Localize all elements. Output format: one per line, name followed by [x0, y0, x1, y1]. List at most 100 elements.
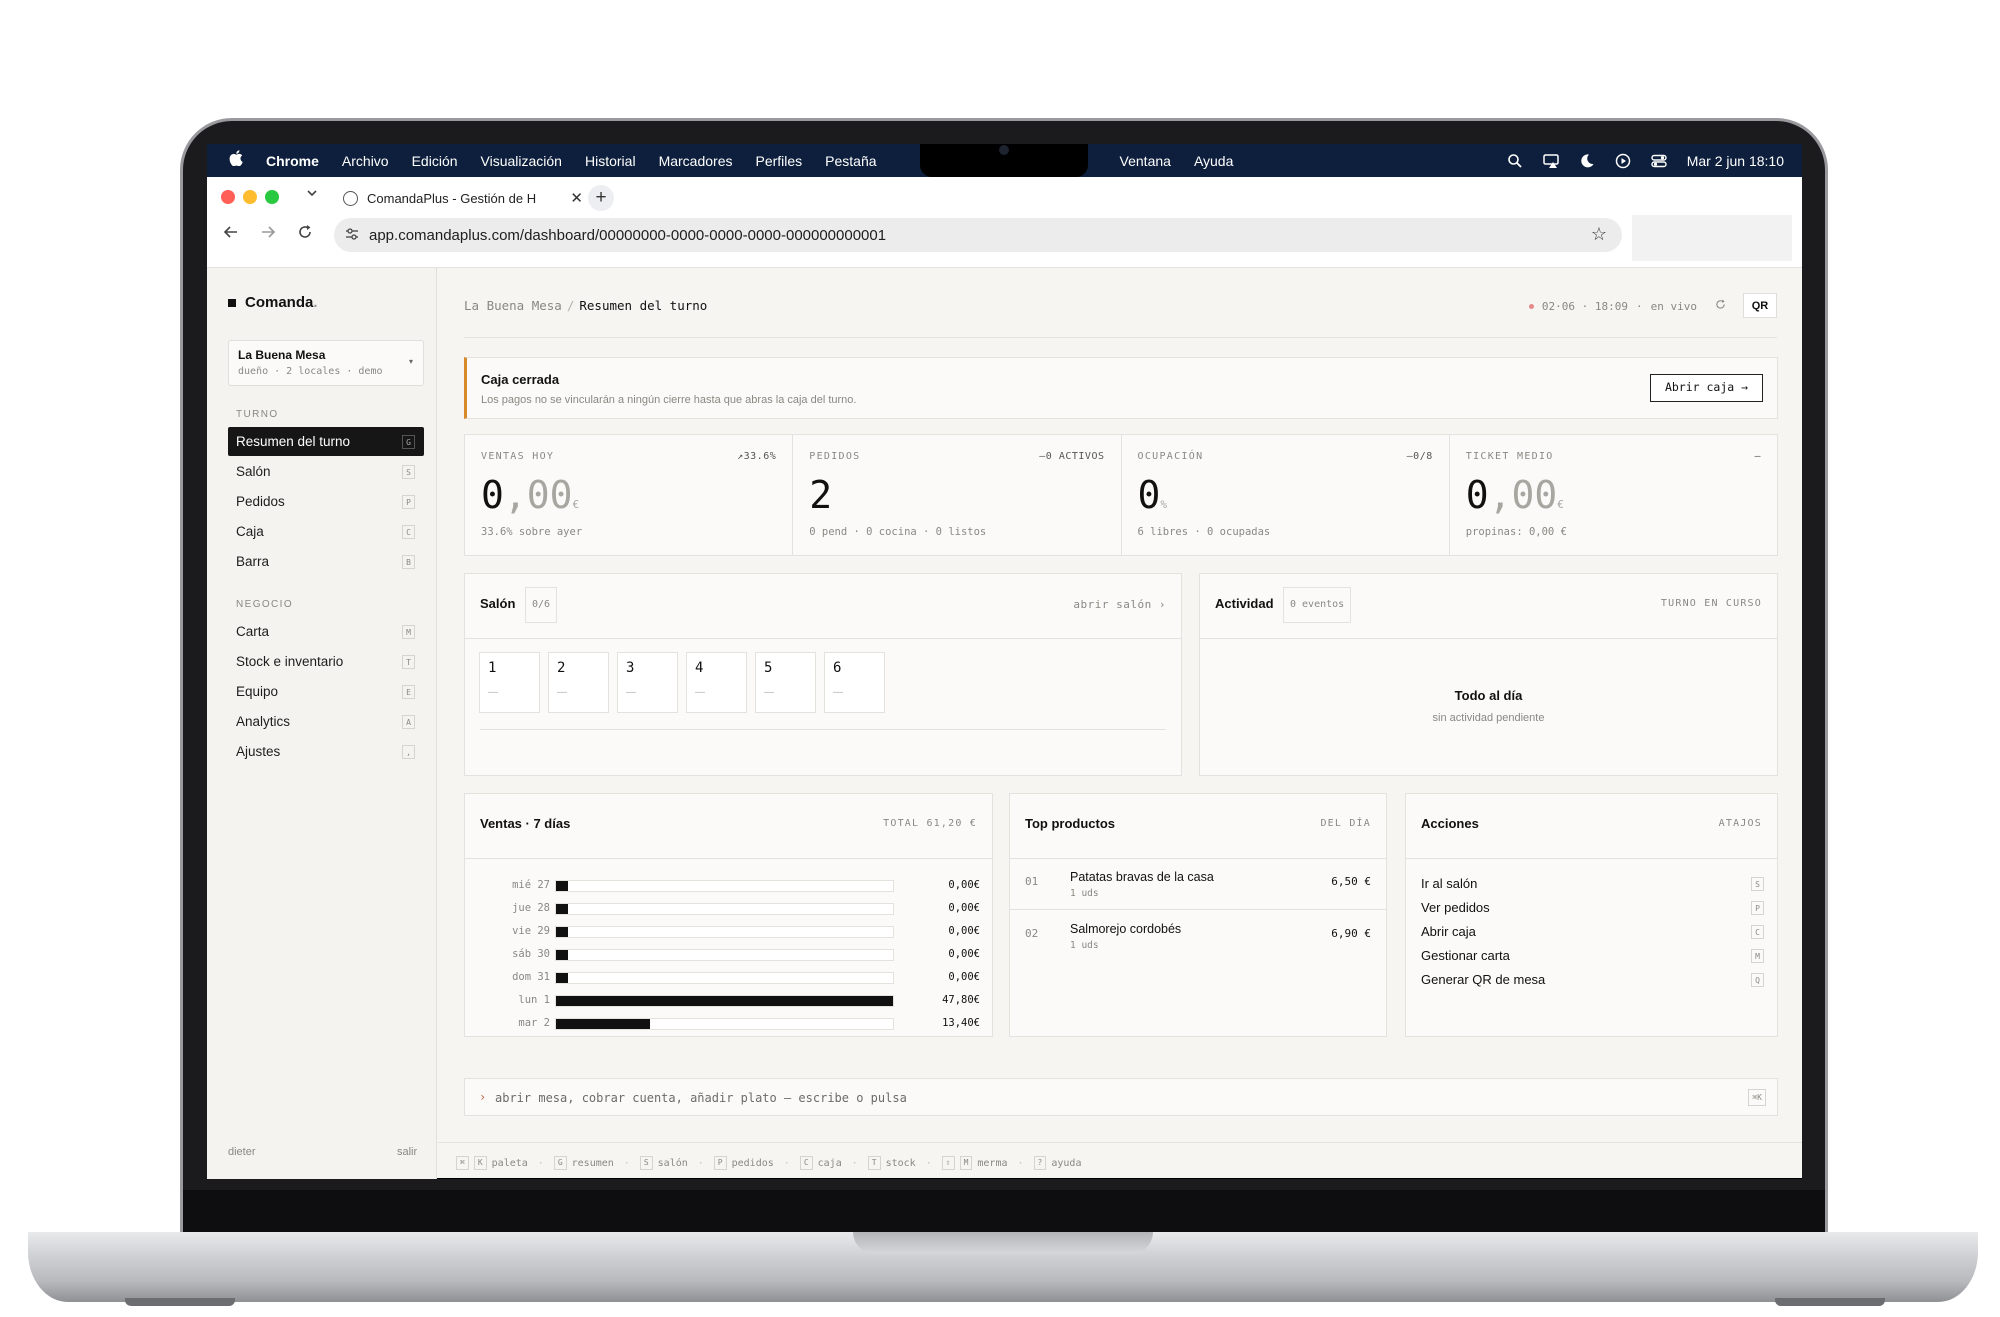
sidebar-item-resumen[interactable]: Resumen del turno G	[228, 427, 424, 456]
sidebar-item-barra[interactable]: Barra B	[228, 547, 424, 576]
current-user: dieter	[228, 1146, 256, 1158]
card-divider	[1200, 638, 1777, 639]
status-date: 02·06 · 18:09	[1541, 299, 1629, 313]
footer-shortcut-key: T	[867, 1156, 881, 1170]
shortcut-key: M	[402, 625, 415, 639]
menu-ayuda[interactable]: Ayuda	[1194, 153, 1233, 169]
footer-shortcut-label[interactable]: salón	[658, 1158, 688, 1169]
apple-icon[interactable]	[229, 150, 243, 171]
tab-title: ComandaPlus - Gestión de H	[367, 190, 537, 206]
footer-shortcut-label[interactable]: pedidos	[732, 1158, 774, 1169]
action-generate-qr[interactable]: Generar QR de mesa Q	[1421, 972, 1764, 987]
sales-day-label: mié 27	[512, 879, 550, 891]
open-salon-link[interactable]: abrir salón ›	[1073, 598, 1166, 611]
url-text[interactable]: app.comandaplus.com/dashboard/00000000-0…	[369, 227, 886, 244]
menu-edicion[interactable]: Edición	[412, 153, 458, 169]
back-icon[interactable]	[223, 224, 239, 245]
action-manage-menu[interactable]: Gestionar carta M	[1421, 948, 1764, 963]
kpi-subtext: 6 libres · 0 ocupadas	[1137, 526, 1271, 538]
footer-shortcut-label[interactable]: merma	[977, 1158, 1007, 1169]
menu-pestana[interactable]: Pestaña	[825, 153, 876, 169]
screen-mirror-icon[interactable]	[1542, 153, 1559, 169]
address-bar[interactable]: app.comandaplus.com/dashboard/00000000-0…	[334, 218, 1622, 252]
shortcut-key: M	[1751, 949, 1764, 963]
live-dot-icon	[1528, 303, 1534, 309]
menu-ventana[interactable]: Ventana	[1120, 153, 1171, 169]
refresh-icon[interactable]	[1715, 299, 1726, 313]
table-tile[interactable]: 6—	[824, 652, 885, 713]
product-row[interactable]: 01 Patatas bravas de la casa 1 uds 6,50 …	[1010, 859, 1386, 910]
menu-archivo[interactable]: Archivo	[342, 153, 389, 169]
window-close-button[interactable]	[221, 190, 235, 204]
table-state: —	[764, 687, 774, 698]
breadcrumb: La Buena Mesa / Resumen del turno	[464, 298, 707, 313]
sidebar-item-stock[interactable]: Stock e inventario T	[228, 647, 424, 676]
table-state: —	[833, 687, 843, 698]
table-tile[interactable]: 1—	[479, 652, 540, 713]
sales-bar-track	[555, 949, 894, 961]
brand-logo[interactable]: Comanda.	[228, 294, 318, 311]
menu-marcadores[interactable]: Marcadores	[659, 153, 733, 169]
moon-icon[interactable]	[1579, 153, 1595, 169]
shortcut-key: A	[402, 715, 415, 729]
control-center-icon[interactable]	[1651, 153, 1667, 169]
window-minimize-button[interactable]	[243, 190, 257, 204]
action-view-orders[interactable]: Ver pedidos P	[1421, 900, 1764, 915]
action-label: Ir al salón	[1421, 876, 1478, 891]
table-tile[interactable]: 2—	[548, 652, 609, 713]
logout-link[interactable]: salir	[397, 1146, 417, 1158]
sidebar-item-equipo[interactable]: Equipo E	[228, 677, 424, 706]
bookmark-star-icon[interactable]: ☆	[1591, 224, 1607, 245]
sidebar-item-analytics[interactable]: Analytics A	[228, 707, 424, 736]
breadcrumb-root[interactable]: La Buena Mesa	[464, 298, 562, 313]
footer-separator: ·	[697, 1157, 704, 1169]
organization-switcher[interactable]: La Buena Mesa dueño · 2 locales · demo ▾	[228, 340, 424, 386]
menubar-clock[interactable]: Mar 2 jun 18:10	[1687, 153, 1784, 169]
menu-visualizacion[interactable]: Visualización	[481, 153, 562, 169]
product-amount: 6,50 €	[1331, 875, 1371, 888]
qr-button[interactable]: QR	[1743, 293, 1777, 318]
sidebar-item-pedidos[interactable]: Pedidos P	[228, 487, 424, 516]
footer-shortcut-label[interactable]: ayuda	[1051, 1158, 1081, 1169]
menu-historial[interactable]: Historial	[585, 153, 636, 169]
open-cash-button[interactable]: Abrir caja →	[1650, 374, 1763, 402]
site-settings-icon[interactable]	[345, 227, 359, 244]
salon-card: Salón 0/6 abrir salón › 1— 2— 3— 4— 5— 6…	[464, 573, 1182, 776]
reload-icon[interactable]	[297, 224, 313, 245]
play-icon[interactable]	[1615, 153, 1631, 169]
tab-list-chevron-icon[interactable]	[306, 187, 318, 202]
kpi-ventas-hoy: VENTAS HOY ↗33.6% 0,00€ 33.6% sobre ayer	[465, 435, 794, 555]
browser-tab[interactable]: ComandaPlus - Gestión de H ✕	[343, 183, 583, 213]
brand-square-icon	[228, 298, 236, 307]
footer-shortcut-label[interactable]: caja	[818, 1158, 842, 1169]
footer-shortcut-label[interactable]: stock	[886, 1158, 916, 1169]
search-icon[interactable]	[1507, 153, 1523, 169]
new-tab-button[interactable]: +	[588, 185, 614, 211]
window-zoom-button[interactable]	[265, 190, 279, 204]
footer-shortcut-label[interactable]: resumen	[572, 1158, 614, 1169]
activity-count-badge: 0 eventos	[1283, 587, 1352, 623]
sales-bar-row: mié 27 0,00€	[465, 874, 994, 897]
sidebar-item-ajustes[interactable]: Ajustes ,	[228, 737, 424, 766]
sales-bar-row: dom 31 0,00€	[465, 966, 994, 989]
footer-shortcut-label[interactable]: paleta	[492, 1158, 528, 1169]
close-tab-icon[interactable]: ✕	[570, 189, 583, 207]
menu-app-name[interactable]: Chrome	[266, 153, 319, 169]
sidebar-item-salon[interactable]: Salón S	[228, 457, 424, 486]
forward-icon[interactable]	[260, 224, 276, 245]
sidebar-item-caja[interactable]: Caja C	[228, 517, 424, 546]
product-row[interactable]: 02 Salmorejo cordobés 1 uds 6,90 €	[1010, 911, 1386, 962]
laptop-hinge-notch	[853, 1232, 1153, 1254]
table-tile[interactable]: 5—	[755, 652, 816, 713]
menu-perfiles[interactable]: Perfiles	[755, 153, 802, 169]
table-tile[interactable]: 4—	[686, 652, 747, 713]
sidebar-item-carta[interactable]: Carta M	[228, 617, 424, 646]
footer-separator: ·	[537, 1157, 544, 1169]
sidebar: Comanda. La Buena Mesa dueño · 2 locales…	[207, 268, 437, 1179]
kpi-trend: —	[1754, 451, 1761, 462]
footer-separator: ·	[1017, 1157, 1024, 1169]
command-input[interactable]: › abrir mesa, cobrar cuenta, añadir plat…	[464, 1078, 1778, 1116]
table-tile[interactable]: 3—	[617, 652, 678, 713]
action-go-salon[interactable]: Ir al salón S	[1421, 876, 1764, 891]
action-open-cash[interactable]: Abrir caja C	[1421, 924, 1764, 939]
